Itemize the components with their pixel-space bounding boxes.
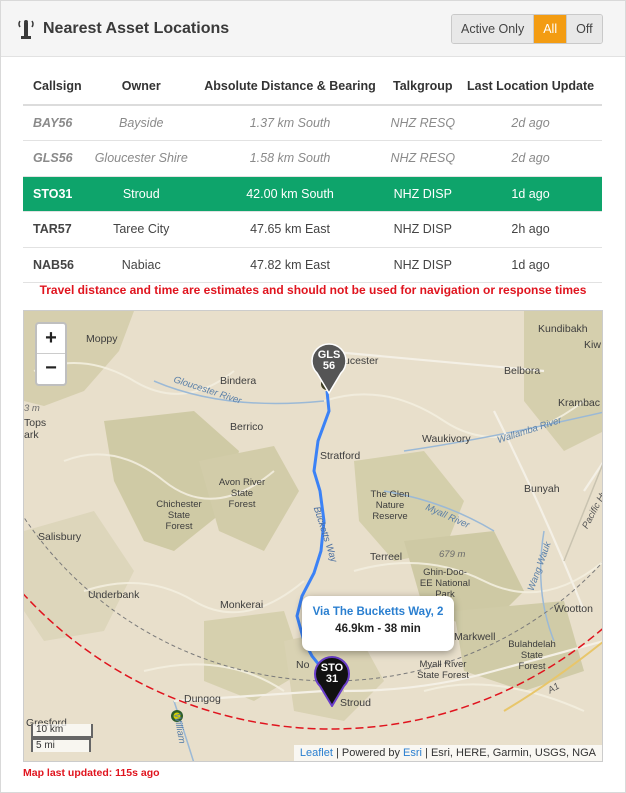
place-label: Berrico bbox=[230, 421, 264, 433]
cell-distance: 1.58 km South bbox=[193, 140, 387, 177]
filter-all-button[interactable]: All bbox=[534, 15, 568, 43]
place-label: Kundibakh bbox=[538, 323, 588, 335]
column-header-distance[interactable]: Absolute Distance & Bearing bbox=[193, 67, 387, 106]
cell-distance: 47.65 km East bbox=[193, 211, 387, 248]
elevation-label: 679 m bbox=[439, 549, 466, 560]
cell-distance: 42.00 km South bbox=[193, 176, 387, 212]
column-header-last-update[interactable]: Last Location Update bbox=[459, 67, 602, 106]
table-row[interactable]: TAR57 Taree City 47.65 km East NHZ DISP … bbox=[23, 211, 602, 248]
forest-label: Chichester State Forest bbox=[156, 499, 202, 532]
asset-marker-gls56[interactable]: GLS 56 bbox=[310, 342, 348, 395]
forest-label: Myall River State Forest bbox=[417, 659, 469, 681]
leaflet-link[interactable]: Leaflet bbox=[300, 747, 333, 759]
filter-off-button[interactable]: Off bbox=[567, 15, 602, 43]
column-header-talkgroup[interactable]: Talkgroup bbox=[386, 67, 460, 106]
zoom-control: + − bbox=[35, 322, 67, 386]
cell-updated: 2d ago bbox=[459, 140, 602, 177]
cell-updated: 1d ago bbox=[459, 247, 602, 283]
cell-callsign: STO31 bbox=[23, 176, 89, 212]
scale-metric: 10 km bbox=[31, 724, 93, 738]
route-name: Via The Bucketts Way, 2 bbox=[312, 606, 444, 618]
cell-talkgroup: NHZ RESQ bbox=[386, 140, 460, 177]
column-header-callsign[interactable]: Callsign bbox=[23, 67, 89, 106]
filter-active-only-button[interactable]: Active Only bbox=[452, 15, 535, 43]
map-attribution: Leaflet | Powered by Esri | Esri, HERE, … bbox=[293, 745, 602, 761]
cell-owner: Bayside bbox=[88, 105, 194, 141]
place-label: Wootton bbox=[554, 603, 593, 615]
asset-marker-sto31[interactable]: STO 31 bbox=[313, 655, 351, 708]
place-label: Bunyah bbox=[524, 483, 560, 495]
tower-icon bbox=[18, 20, 34, 39]
reserve-label: The Glen Nature Reserve bbox=[370, 489, 410, 522]
place-label: Monkerai bbox=[220, 599, 264, 611]
nearest-assets-panel: Nearest Asset Locations Active Only All … bbox=[0, 0, 626, 793]
table-row-selected[interactable]: STO31 Stroud 42.00 km South NHZ DISP 1d … bbox=[23, 176, 602, 212]
place-label: Belbora bbox=[504, 365, 541, 377]
table-row[interactable]: NAB56 Nabiac 47.82 km East NHZ DISP 1d a… bbox=[23, 247, 602, 283]
place-label: Terreel bbox=[370, 551, 403, 563]
cell-callsign: TAR57 bbox=[23, 211, 89, 248]
place-label: Tops bbox=[24, 417, 47, 429]
filter-toggle-group: Active Only All Off bbox=[451, 14, 603, 44]
place-label: Moppy bbox=[86, 333, 118, 345]
cell-talkgroup: NHZ DISP bbox=[386, 176, 460, 212]
zoom-in-button[interactable]: + bbox=[37, 324, 65, 354]
place-label: Bindera bbox=[220, 375, 257, 387]
zoom-out-button[interactable]: − bbox=[37, 354, 65, 384]
map-scale: 10 km 5 mi bbox=[31, 724, 93, 752]
cell-owner: Stroud bbox=[88, 176, 194, 212]
scale-imperial: 5 mi bbox=[31, 738, 91, 752]
place-label: Markwell bbox=[454, 631, 496, 643]
elevation-label: 3 m bbox=[24, 403, 40, 414]
esri-link[interactable]: Esri bbox=[403, 747, 422, 759]
page-title: Nearest Asset Locations bbox=[43, 20, 230, 37]
cell-talkgroup: NHZ DISP bbox=[386, 211, 460, 248]
route-summary: 46.9km - 38 min bbox=[335, 623, 421, 635]
map-last-updated: Map last updated: 115s ago bbox=[23, 767, 160, 779]
place-label: Dungog bbox=[184, 693, 221, 705]
place-label: Stratford bbox=[320, 450, 361, 462]
map-view[interactable]: + − Moppy Bindera ucester Kundibakh Belb… bbox=[23, 310, 603, 762]
place-label: ark bbox=[24, 429, 39, 441]
cell-updated: 2d ago bbox=[459, 105, 602, 141]
place-label: Salisbury bbox=[38, 531, 82, 543]
column-header-owner[interactable]: Owner bbox=[88, 67, 194, 106]
cell-distance: 1.37 km South bbox=[193, 105, 387, 141]
cell-talkgroup: NHZ DISP bbox=[386, 247, 460, 283]
estimate-warning: Travel distance and time are estimates a… bbox=[39, 283, 587, 297]
table-row[interactable]: GLS56 Gloucester Shire 1.58 km South NHZ… bbox=[23, 140, 602, 177]
place-label: Kiw bbox=[584, 339, 601, 351]
cell-callsign: NAB56 bbox=[23, 247, 89, 283]
cell-callsign: GLS56 bbox=[23, 140, 89, 177]
forest-label: Avon River State Forest bbox=[218, 477, 266, 510]
cell-owner: Taree City bbox=[88, 211, 194, 248]
cell-distance: 47.82 km East bbox=[193, 247, 387, 283]
place-label: Waukivory bbox=[422, 433, 471, 445]
cell-updated: 1d ago bbox=[459, 176, 602, 212]
place-label: No bbox=[296, 659, 310, 671]
place-label: Krambac bbox=[558, 397, 601, 409]
cell-updated: 2h ago bbox=[459, 211, 602, 248]
cell-owner: Nabiac bbox=[88, 247, 194, 283]
table-row[interactable]: BAY56 Bayside 1.37 km South NHZ RESQ 2d … bbox=[23, 105, 602, 141]
table-header-row: Callsign Owner Absolute Distance & Beari… bbox=[23, 67, 602, 106]
cell-talkgroup: NHZ RESQ bbox=[386, 105, 460, 141]
place-label: ucester bbox=[344, 355, 379, 367]
route-popup[interactable]: Via The Bucketts Way, 2 46.9km - 38 min bbox=[302, 596, 454, 651]
place-label: Underbank bbox=[88, 589, 140, 601]
forest-label: Bulahdelah State Forest bbox=[508, 639, 556, 672]
cell-callsign: BAY56 bbox=[23, 105, 89, 141]
panel-header: Nearest Asset Locations Active Only All … bbox=[1, 1, 625, 57]
assets-table: Callsign Owner Absolute Distance & Beari… bbox=[23, 67, 602, 283]
cell-owner: Gloucester Shire bbox=[88, 140, 194, 177]
